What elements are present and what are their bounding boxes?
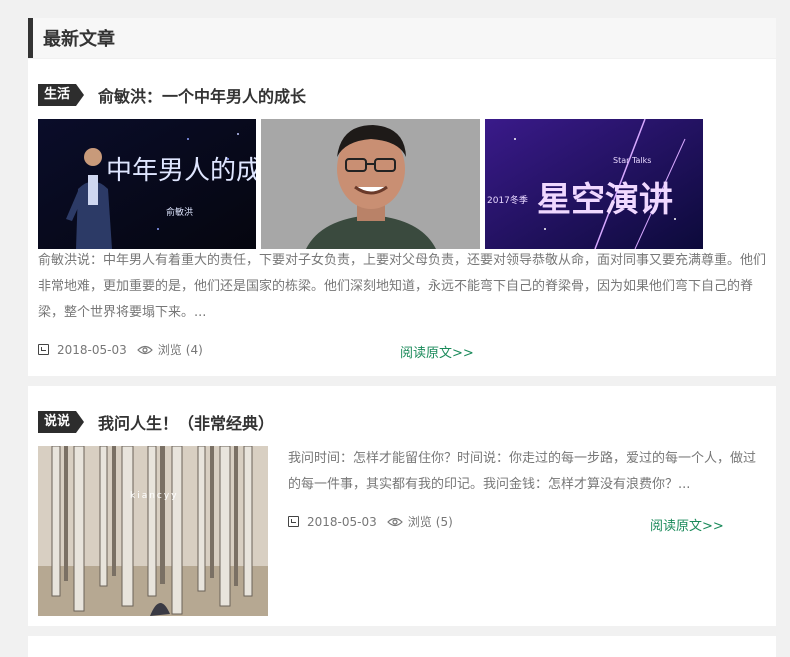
image-year: 2017冬季 bbox=[487, 194, 528, 206]
article-card: 生活 俞敏洪：一个中年男人的成长 中年男人的成长 俞敏洪 bbox=[28, 59, 776, 376]
article-card: 说说 我问人生！（非常经典） kiancyy 我问时间：怎样才能留住你？时间说：… bbox=[28, 386, 776, 626]
read-more-link[interactable]: 阅读原文>> bbox=[650, 515, 724, 534]
article-meta: 2018-05-03 浏览 (5) bbox=[288, 513, 453, 530]
views-count: (5) bbox=[435, 514, 453, 529]
article-title[interactable]: 我问人生！（非常经典） bbox=[98, 410, 274, 434]
image-caption: 星空演讲 bbox=[537, 180, 673, 220]
section-title: 最新文章 bbox=[43, 29, 115, 50]
article-card bbox=[28, 636, 776, 657]
calendar-icon bbox=[38, 344, 49, 355]
article-excerpt: 我问时间：怎样才能留住你？时间说：你走过的每一步路，爱过的每一个人，做过的每一件… bbox=[288, 451, 757, 492]
article-title-row: 生活 俞敏洪：一个中年男人的成长 bbox=[38, 83, 306, 107]
article-title-row: 说说 我问人生！（非常经典） bbox=[38, 410, 274, 434]
category-tag[interactable]: 说说 bbox=[38, 411, 85, 433]
image-caption: 中年男人的成长 bbox=[106, 156, 256, 186]
eye-icon bbox=[136, 345, 153, 355]
image-subcaption: Star Talks bbox=[613, 156, 651, 165]
views-label: 浏览 bbox=[157, 343, 182, 357]
article-excerpt: 俞敏洪说：中年男人有着重大的责任，下要对子女负责，上要对父母负责，还要对领导恭敬… bbox=[38, 253, 767, 320]
views-label: 浏览 bbox=[407, 515, 432, 529]
article-date: 2018-05-03 bbox=[307, 514, 377, 529]
calendar-icon bbox=[288, 516, 299, 527]
article-thumbnail[interactable]: 中年男人的成长 俞敏洪 bbox=[38, 119, 256, 249]
article-title[interactable]: 俞敏洪：一个中年男人的成长 bbox=[98, 83, 306, 107]
views-count: (4) bbox=[185, 342, 203, 357]
article-meta: 2018-05-03 浏览 (4) bbox=[38, 341, 203, 358]
section-header: 最新文章 bbox=[28, 18, 776, 58]
article-thumbnail[interactable]: kiancyy bbox=[38, 446, 268, 616]
image-caption: kiancyy bbox=[130, 491, 179, 501]
read-more-link[interactable]: 阅读原文>> bbox=[400, 342, 474, 361]
article-date: 2018-05-03 bbox=[57, 342, 127, 357]
article-thumbnail[interactable] bbox=[261, 119, 480, 249]
article-thumbnail[interactable]: 星空演讲 Star Talks 2017冬季 bbox=[485, 119, 703, 249]
image-subcaption: 俞敏洪 bbox=[166, 206, 193, 218]
eye-icon bbox=[386, 517, 403, 527]
category-tag[interactable]: 生活 bbox=[38, 84, 85, 106]
